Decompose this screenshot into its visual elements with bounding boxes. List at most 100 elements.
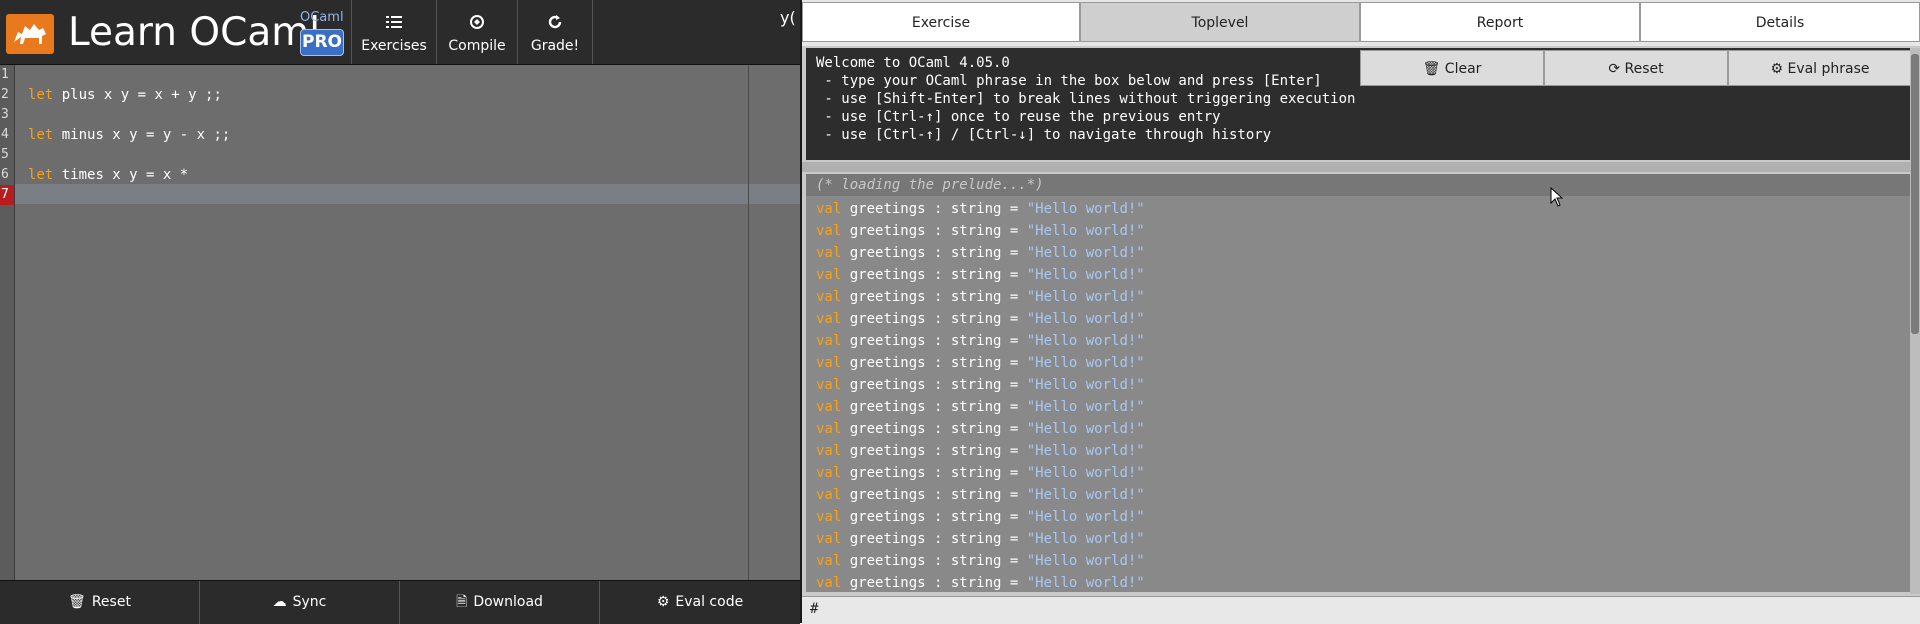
- code-line: let plus x y = x + y ;;: [28, 85, 222, 105]
- output-keyword: val: [816, 355, 842, 371]
- output-line: val greetings : string = "Hello world!": [816, 242, 1145, 264]
- scrollbar-thumb[interactable]: [1911, 54, 1919, 334]
- sync-label: Sync: [292, 594, 327, 610]
- output-keyword: val: [816, 553, 842, 569]
- tab-toplevel[interactable]: Toplevel: [1080, 2, 1360, 42]
- toplevel-clear-label: Clear: [1444, 61, 1482, 77]
- output-string: "Hello world!": [1026, 289, 1145, 305]
- trash-icon: 🗑: [68, 594, 86, 610]
- welcome-line: Welcome to OCaml 4.05.0: [816, 55, 1010, 71]
- compile-button[interactable]: Compile: [436, 0, 517, 64]
- code-line: let minus x y = y - x ;;: [28, 125, 230, 145]
- output-text: greetings : string =: [841, 575, 1027, 591]
- line-number-gutter: 1 2 3 4 5 6 7: [0, 65, 15, 580]
- output-text: greetings : string =: [841, 245, 1027, 261]
- output-string: "Hello world!": [1026, 355, 1145, 371]
- code-text: times x y = x *: [53, 167, 189, 183]
- editor-reset-label: Reset: [91, 594, 131, 610]
- output-string: "Hello world!": [1026, 201, 1145, 217]
- refresh-icon: [518, 14, 592, 34]
- toplevel-clear-button[interactable]: 🗑 Clear: [1360, 50, 1544, 86]
- sync-icon: ☁: [272, 594, 287, 610]
- welcome-line: - use [Ctrl-↑] once to reuse the previou…: [816, 109, 1221, 125]
- keyword: let: [28, 127, 54, 143]
- tab-exercise[interactable]: Exercise: [802, 2, 1080, 42]
- output-text: greetings : string =: [841, 311, 1027, 327]
- output-string: "Hello world!": [1026, 377, 1145, 393]
- toplevel-input-area: #: [802, 596, 1920, 624]
- editor-action-bar: 🗑 Reset ☁ Sync 🗎 Download ⚙ Eval code: [0, 580, 800, 624]
- prelude-loading-text: (* loading the prelude...*): [806, 174, 1910, 196]
- clipped-text: y(: [780, 8, 796, 27]
- eval-phrase-button[interactable]: ⚙ Eval phrase: [1728, 50, 1912, 86]
- code-editor[interactable]: 1 2 3 4 5 6 7 let plus x y = x + y ;; le…: [0, 65, 800, 580]
- editor-reset-button[interactable]: 🗑 Reset: [0, 581, 200, 624]
- output-text: greetings : string =: [841, 553, 1027, 569]
- gear-icon: ⚙: [1770, 61, 1788, 77]
- output-string: "Hello world!": [1026, 553, 1145, 569]
- output-line: val greetings : string = "Hello world!": [816, 506, 1145, 528]
- welcome-line: - use [Shift-Enter] to break lines witho…: [816, 91, 1356, 107]
- line-number: 2: [1, 87, 9, 102]
- compile-icon: [437, 14, 517, 34]
- line-number: 3: [1, 107, 9, 122]
- output-keyword: val: [816, 399, 842, 415]
- output-text: greetings : string =: [841, 223, 1027, 239]
- output-line: val greetings : string = "Hello world!": [816, 396, 1145, 418]
- output-text: greetings : string =: [841, 333, 1027, 349]
- output-line: val greetings : string = "Hello world!": [816, 308, 1145, 330]
- app-subtitle: OCaml: [300, 10, 344, 25]
- output-line: val greetings : string = "Hello world!": [816, 462, 1145, 484]
- toplevel-input[interactable]: [824, 599, 1908, 623]
- output-string: "Hello world!": [1026, 465, 1145, 481]
- mouse-pointer-icon: [1550, 186, 1564, 211]
- exercises-label: Exercises: [361, 38, 427, 54]
- output-text: greetings : string =: [841, 399, 1027, 415]
- toplevel-output[interactable]: (* loading the prelude...*) val greeting…: [806, 174, 1910, 592]
- output-string: "Hello world!": [1026, 311, 1145, 327]
- output-keyword: val: [816, 487, 842, 503]
- grade-button[interactable]: Grade!: [517, 0, 593, 64]
- output-string: "Hello world!": [1026, 399, 1145, 415]
- sync-button[interactable]: ☁ Sync: [200, 581, 400, 624]
- app-title: Learn OCaml: [68, 10, 321, 55]
- output-keyword: val: [816, 421, 842, 437]
- tab-details[interactable]: Details: [1640, 2, 1920, 42]
- output-string: "Hello world!": [1026, 245, 1145, 261]
- gear-icon: ⚙: [656, 594, 670, 610]
- current-line-highlight: [15, 184, 800, 204]
- output-string: "Hello world!": [1026, 223, 1145, 239]
- eval-code-button[interactable]: ⚙ Eval code: [600, 581, 800, 624]
- output-line: val greetings : string = "Hello world!": [816, 374, 1145, 396]
- output-line: val greetings : string = "Hello world!": [816, 440, 1145, 462]
- code-text: minus x y = y - x ;;: [53, 127, 231, 143]
- output-string: "Hello world!": [1026, 575, 1145, 591]
- exercises-button[interactable]: Exercises: [351, 0, 436, 64]
- output-text: greetings : string =: [841, 487, 1027, 503]
- toplevel-reset-label: Reset: [1624, 61, 1664, 77]
- output-keyword: val: [816, 575, 842, 591]
- code-text: plus x y = x + y ;;: [53, 87, 222, 103]
- compile-label: Compile: [448, 38, 506, 54]
- list-icon: [352, 14, 436, 34]
- error-line-number: 7: [0, 185, 14, 205]
- output-keyword: val: [816, 465, 842, 481]
- download-button[interactable]: 🗎 Download: [400, 581, 600, 624]
- output-text: greetings : string =: [841, 267, 1027, 283]
- output-text: greetings : string =: [841, 377, 1027, 393]
- output-line: val greetings : string = "Hello world!": [816, 352, 1145, 374]
- section-separator: [802, 162, 1920, 172]
- output-line: val greetings : string = "Hello world!": [816, 572, 1145, 592]
- output-string: "Hello world!": [1026, 267, 1145, 283]
- output-keyword: val: [816, 223, 842, 239]
- top-toolbar: Learn OCaml OCaml PRO Exercises Compile …: [0, 0, 800, 65]
- editor-pane: Learn OCaml OCaml PRO Exercises Compile …: [0, 0, 800, 624]
- print-margin: [748, 65, 749, 580]
- output-keyword: val: [816, 531, 842, 547]
- output-line: val greetings : string = "Hello world!": [816, 484, 1145, 506]
- tab-report[interactable]: Report: [1360, 2, 1640, 42]
- output-line: val greetings : string = "Hello world!": [816, 330, 1145, 352]
- welcome-line: - type your OCaml phrase in the box belo…: [816, 73, 1322, 89]
- toplevel-reset-button[interactable]: ⟳ Reset: [1544, 50, 1728, 86]
- output-text: greetings : string =: [841, 201, 1027, 217]
